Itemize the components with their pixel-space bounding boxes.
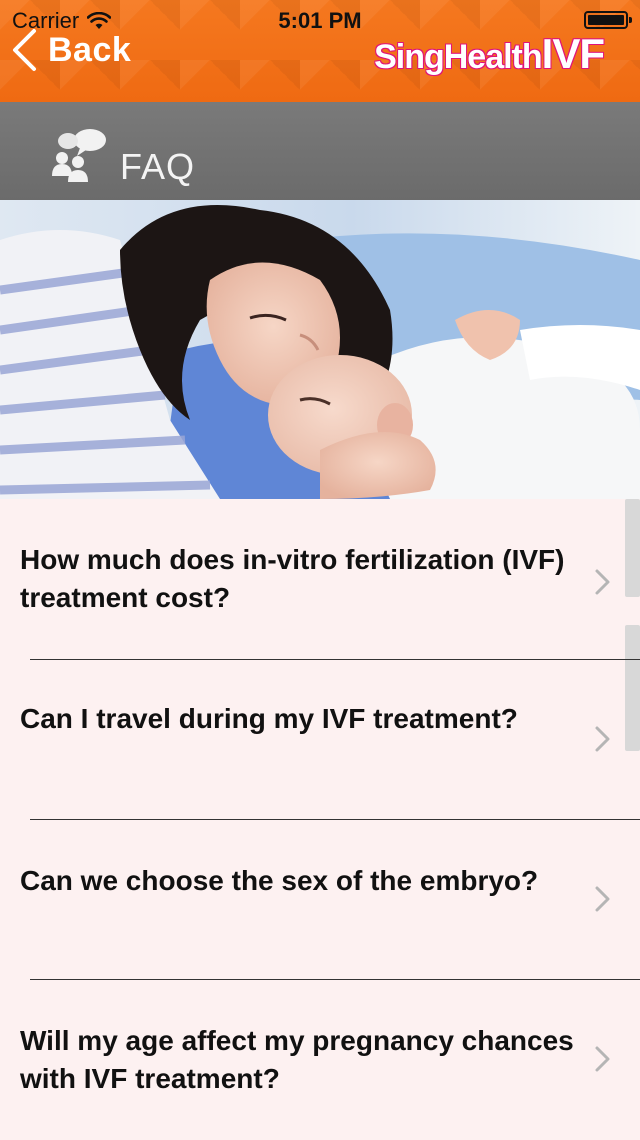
mother-baby-photo [0, 200, 640, 499]
section-title: FAQ [120, 146, 196, 187]
faq-item-travel[interactable]: Can I travel during my IVF treatment? [0, 660, 640, 820]
chevron-left-icon [13, 29, 36, 71]
chevron-right-icon [595, 886, 610, 912]
people-chat-icon [52, 129, 106, 182]
faq-item-age[interactable]: Will my age affect my pregnancy chances … [0, 980, 640, 1140]
back-label: Back [48, 30, 132, 69]
chevron-right-icon [595, 569, 610, 595]
faq-list: How much does in-vitro fertilization (IV… [0, 499, 640, 1136]
chevron-right-icon [595, 1046, 610, 1072]
faq-question: Can we choose the sex of the embryo? [20, 865, 539, 896]
logo-text-ivf: IVF [541, 30, 605, 77]
singhealth-ivf-logo: SingHealth IVF [374, 30, 605, 78]
faq-question: Can I travel during my IVF treatment? [20, 703, 518, 734]
section-header: FAQ [0, 102, 640, 200]
faq-question: Will my age affect my pregnancy chances … [20, 1025, 574, 1094]
faq-item-ivf-cost[interactable]: How much does in-vitro fertilization (IV… [0, 499, 640, 659]
logo-text-singhealth: SingHealth [374, 38, 543, 76]
faq-question: How much does in-vitro fertilization (IV… [20, 544, 565, 613]
back-button[interactable]: Back [10, 28, 131, 72]
faq-item-embryo-sex[interactable]: Can we choose the sex of the embryo? [0, 820, 640, 980]
battery-icon [584, 11, 632, 29]
nav-bar: Carrier 5:01 PM Back SingHealth IVF [0, 0, 640, 102]
chevron-right-icon [595, 726, 610, 752]
